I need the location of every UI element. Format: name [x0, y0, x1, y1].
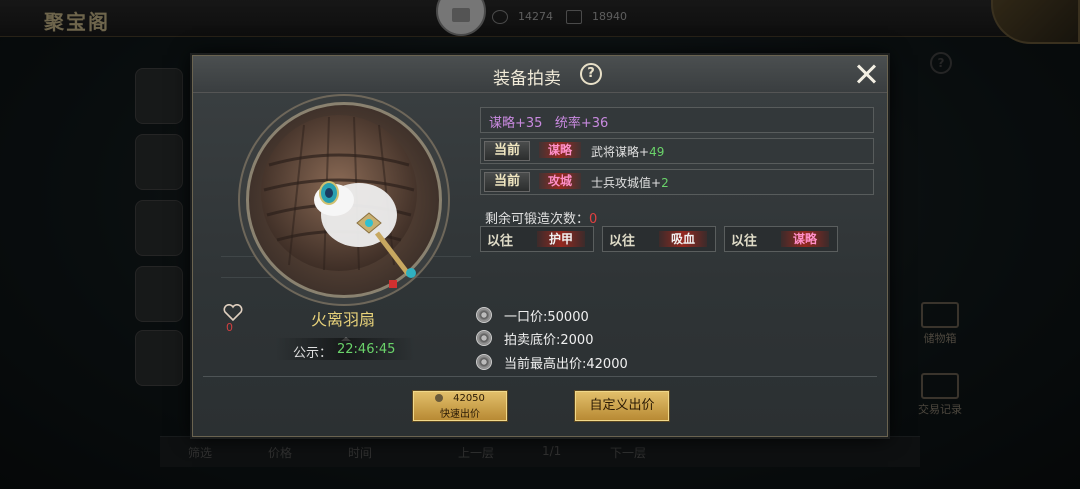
coin-icon: [435, 394, 444, 402]
highest-bid: 当前最高出价:42000: [476, 353, 628, 372]
quick-bid-label: 快速出价: [440, 409, 480, 420]
dialog-header: 装备拍卖 ?: [193, 56, 887, 93]
coin-icon: [476, 307, 492, 323]
quick-bid-amount-text: 42050: [453, 393, 485, 404]
attr-desc: 武将谋略+49: [591, 143, 664, 160]
history-attr-armor[interactable]: 以往 护甲: [480, 226, 594, 252]
item-portrait: [246, 102, 442, 298]
history-attr-lifesteal[interactable]: 以往 吸血: [602, 226, 716, 252]
coin-icon: [476, 330, 492, 346]
history-attr: 谋略: [781, 231, 829, 247]
reserve-price-text: 拍卖底价:2000: [504, 333, 594, 348]
current-tag: 当前: [484, 172, 530, 192]
forge-label-text: 剩余可锻造次数：: [485, 212, 590, 227]
custom-bid-button[interactable]: 自定义出价: [575, 391, 669, 421]
history-attr: 吸血: [659, 231, 707, 247]
feather-fan-icon: [261, 115, 417, 288]
heart-icon[interactable]: [223, 304, 243, 322]
forge-remaining: 剩余可锻造次数：0: [485, 208, 597, 227]
quick-bid-amount: 42050: [414, 393, 506, 404]
close-icon[interactable]: [853, 60, 881, 88]
quick-bid-button[interactable]: 42050 快速出价: [413, 391, 507, 421]
dialog-title: 装备拍卖: [193, 64, 887, 89]
history-attr: 护甲: [537, 231, 585, 247]
history-attr-strategy[interactable]: 以往 谋略: [724, 226, 838, 252]
current-attr-row-1: 当前 谋略 武将谋略+49: [480, 138, 874, 164]
buyout-price-text: 一口价:50000: [504, 310, 589, 325]
attr-desc-value: 2: [661, 176, 669, 190]
notice-countdown: 22:46:45: [337, 342, 396, 357]
current-attr-row-2: 当前 攻城 士兵攻城值+2: [480, 169, 874, 195]
attr-desc-text: 士兵攻城值+: [591, 176, 662, 190]
bonus-row: 谋略+35 统率+36: [480, 107, 874, 133]
highest-bid-text: 当前最高出价:42000: [504, 357, 628, 372]
auction-dialog: 装备拍卖 ? 0 火离羽扇 公示： 22:46:45 谋略+35 统率+36 当…: [192, 55, 888, 437]
attr-desc-text: 武将谋略+: [591, 145, 650, 159]
history-label: 以往: [487, 234, 514, 249]
history-label: 以往: [731, 234, 758, 249]
history-label: 以往: [609, 234, 636, 249]
current-tag: 当前: [484, 141, 530, 161]
attr-desc: 士兵攻城值+2: [591, 174, 669, 191]
item-name: 火离羽扇: [310, 310, 375, 329]
help-icon[interactable]: ?: [580, 63, 602, 85]
dialog-title-text: 装备拍卖: [493, 69, 561, 89]
attr-tag-siege: 攻城: [539, 173, 581, 189]
notice-label: 公示：: [293, 346, 333, 361]
forge-count: 0: [589, 212, 598, 227]
buyout-price: 一口价:50000: [476, 306, 589, 325]
bonus-text: 谋略+35 统率+36: [489, 116, 609, 131]
reserve-price: 拍卖底价:2000: [476, 329, 593, 348]
attr-tag-strategy: 谋略: [539, 142, 581, 158]
divider: [203, 376, 877, 377]
favorite-count: 0: [226, 321, 233, 334]
attr-desc-value: 49: [649, 145, 665, 159]
coin-icon: [476, 354, 492, 370]
